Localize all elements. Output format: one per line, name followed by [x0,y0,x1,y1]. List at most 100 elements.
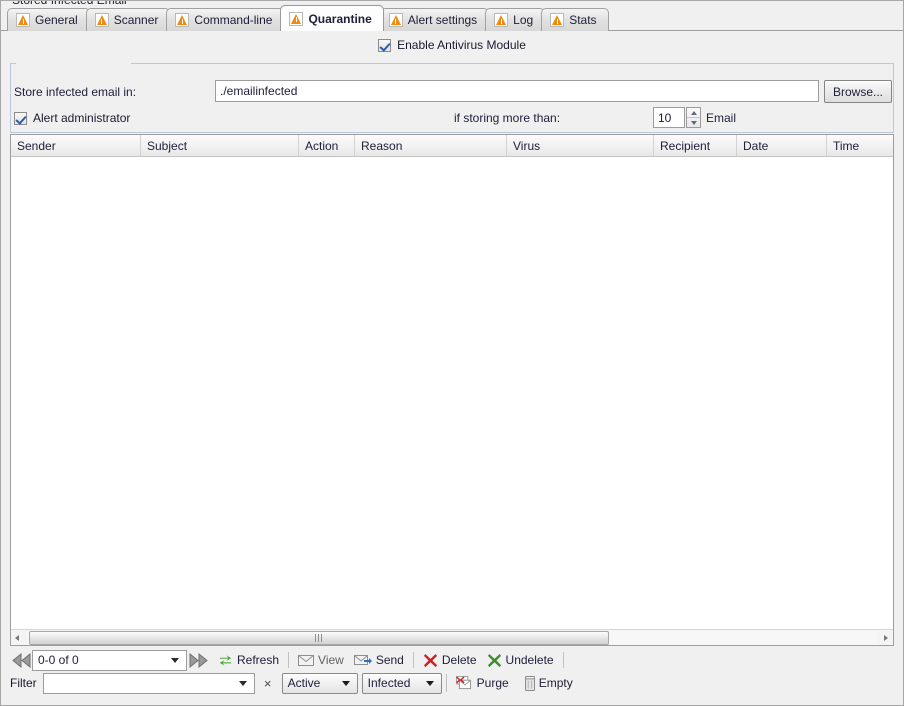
store-path-input[interactable]: ./emailinfected [215,80,819,102]
state-filter-combo[interactable]: Active [282,673,358,694]
empty-label: Empty [539,676,573,690]
delete-x-icon [423,653,438,668]
chevron-down-icon [426,681,434,686]
enable-antivirus-module-row: Enable Antivirus Module [1,35,903,55]
tab-quarantine[interactable]: Quarantine [280,5,383,31]
store-path-label: Store infected email in: [14,85,136,99]
type-filter-combo[interactable]: Infected [362,673,442,694]
column-header-virus[interactable]: Virus [507,135,654,156]
toolbar-separator-4 [446,674,447,692]
scrollbar-track[interactable] [27,631,877,645]
clear-filter-button[interactable]: × [260,675,276,691]
chevron-down-icon [239,681,247,686]
page-range-value: 0-0 of 0 [38,653,79,667]
send-label: Send [376,653,404,667]
warning-triangle-icon [550,13,564,27]
tab-label: Quarantine [308,13,371,25]
column-header-action[interactable]: Action [299,135,355,156]
chevron-down-icon [171,658,179,663]
tab-label: Log [513,14,533,26]
column-header-reason[interactable]: Reason [355,135,507,156]
scrollbar-grip-icon [315,634,323,642]
delete-button[interactable]: Delete [418,652,482,669]
warning-triangle-icon [389,13,403,27]
column-header-time[interactable]: Time [827,135,894,156]
next-page-icon[interactable] [187,650,209,670]
prev-page-icon[interactable] [10,650,32,670]
type-filter-value: Infected [368,676,411,690]
scroll-left-icon[interactable] [11,630,27,645]
page-range-combo[interactable]: 0-0 of 0 [32,650,187,671]
state-filter-value: Active [288,676,321,690]
refresh-icon [218,653,233,668]
tab-command-line[interactable]: Command-line [166,8,284,31]
alert-administrator-row: Alert administrator [14,111,130,125]
tab-log[interactable]: Log [485,8,545,31]
tab-general[interactable]: General [7,8,90,31]
trash-can-icon [525,676,535,691]
undelete-label: Undelete [506,653,554,667]
scroll-right-icon[interactable] [877,630,893,645]
undelete-x-icon [487,653,502,668]
column-header-date[interactable]: Date [737,135,827,156]
quarantine-table-body[interactable] [11,157,893,628]
toolbar-separator-1 [288,652,289,668]
threshold-decrement-button[interactable] [687,117,700,127]
filter-input-combo[interactable] [43,673,255,694]
warning-triangle-icon [95,13,109,27]
column-header-sender[interactable]: Sender [11,135,141,156]
empty-button[interactable]: Empty [520,675,578,692]
warning-triangle-icon [175,13,189,27]
purge-label: Purge [477,676,509,690]
threshold-increment-button[interactable] [687,108,700,117]
quarantine-toolbar-primary: 0-0 of 0 Refresh View [10,648,568,672]
view-label: View [318,653,344,667]
toolbar-separator-3 [563,652,564,668]
quarantine-table-header: SenderSubjectActionReasonVirusRecipientD… [11,135,893,157]
browse-button[interactable]: Browse... [824,80,892,103]
tab-stats[interactable]: Stats [541,8,608,31]
tab-bar: General Scanner Command-line Quarantine Aler… [1,1,903,31]
quarantine-toolbar-filter: Filter × Active Infected Purge [10,671,578,695]
tab-label: Alert settings [408,14,477,26]
stored-infected-email-title: Stored Infected Email [9,0,130,7]
threshold-unit-label: Email [706,111,736,125]
column-header-recipient[interactable]: Recipient [654,135,737,156]
filter-label: Filter [10,676,37,690]
alert-administrator-checkbox[interactable] [14,112,27,125]
quarantine-table: SenderSubjectActionReasonVirusRecipientD… [10,134,894,646]
refresh-label: Refresh [237,653,279,667]
threshold-spinner-buttons [686,107,701,128]
undelete-button[interactable]: Undelete [482,652,559,669]
warning-triangle-icon [16,13,30,27]
chevron-down-icon [342,681,350,686]
tab-label: General [35,14,78,26]
tab-scanner[interactable]: Scanner [86,8,171,31]
view-button[interactable]: View [293,652,349,668]
toolbar-separator-2 [413,652,414,668]
scrollbar-thumb[interactable] [29,631,609,645]
enable-antivirus-module-checkbox[interactable] [378,39,391,52]
threshold-input[interactable]: 10 [653,107,685,128]
tab-alert-settings[interactable]: Alert settings [380,8,489,31]
tab-strip: General Scanner Command-line Quarantine Aler… [7,4,605,31]
tab-label: Command-line [194,14,272,26]
warning-triangle-icon [289,12,303,26]
purge-button[interactable]: Purge [451,675,514,691]
purge-envelopes-icon [456,676,473,690]
threshold-spinner: 10 [653,107,701,128]
warning-triangle-icon [494,13,508,27]
envelope-send-icon [354,654,372,667]
envelope-icon [298,654,314,667]
send-button[interactable]: Send [349,652,409,668]
enable-antivirus-module-label: Enable Antivirus Module [397,38,526,52]
antivirus-settings-window: General Scanner Command-line Quarantine Aler… [0,0,904,706]
tab-label: Scanner [114,14,159,26]
threshold-label: if storing more than: [454,111,560,125]
refresh-button[interactable]: Refresh [213,652,284,669]
delete-label: Delete [442,653,477,667]
tab-label: Stats [569,14,596,26]
alert-administrator-label: Alert administrator [33,111,130,125]
column-header-subject[interactable]: Subject [141,135,299,156]
horizontal-scrollbar[interactable] [11,629,893,645]
